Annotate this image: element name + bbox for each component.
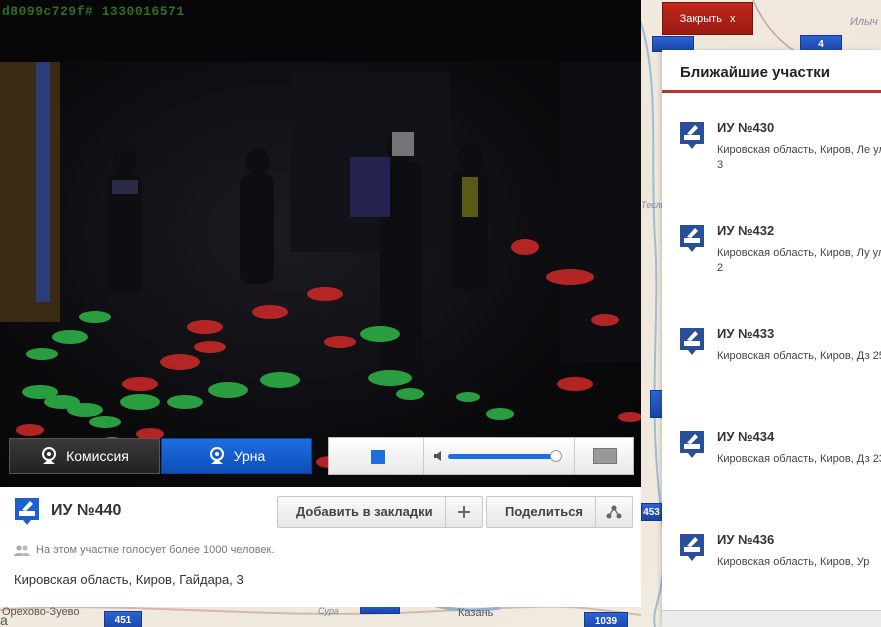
map-marker[interactable]: 453 bbox=[641, 503, 662, 521]
nearby-station-address: Кировская область, Киров, Лу улица, 2 bbox=[717, 247, 881, 274]
map-label-a: а bbox=[0, 612, 8, 627]
map-marker[interactable]: 1039 bbox=[584, 612, 628, 627]
map-label-orekhovo: Орехово-Зуево bbox=[2, 606, 80, 618]
nearby-station-title: ИУ №436 bbox=[717, 532, 775, 547]
close-label: Закрыть bbox=[679, 12, 722, 25]
nearby-station-address: Кировская область, Киров, Ур bbox=[717, 556, 870, 568]
bookmark-label: Добавить в закладки bbox=[278, 497, 446, 527]
nearby-station-address: Кировская область, Киров, Дз 25 bbox=[717, 350, 881, 362]
nearby-station-title: ИУ №432 bbox=[717, 223, 775, 238]
video-player[interactable]: d8099c729f# 1330016571 Комиссия Урна bbox=[0, 0, 641, 487]
volume-slider[interactable] bbox=[448, 454, 556, 459]
stop-button[interactable] bbox=[329, 438, 424, 474]
webcam-icon bbox=[42, 447, 57, 464]
map-label-kazan: Казань bbox=[458, 607, 494, 619]
tab-commission-label: Комиссия bbox=[66, 448, 129, 464]
video-frame[interactable] bbox=[0, 62, 641, 487]
close-icon: x bbox=[729, 12, 736, 25]
ballot-box-icon bbox=[680, 534, 704, 561]
nearby-stations-panel: Ближайшие участки ИУ №430 Кировская обла… bbox=[662, 50, 881, 627]
nearby-station-address: Кировская область, Киров, Дз 23 bbox=[717, 453, 881, 465]
map-label-sura: Сура bbox=[318, 606, 339, 616]
people-icon bbox=[14, 545, 30, 556]
voter-count: На этом участке голосует более 1000 чело… bbox=[14, 544, 274, 556]
ballot-box-icon bbox=[680, 328, 704, 355]
nearby-station-title: ИУ №434 bbox=[717, 429, 775, 444]
webcam-icon bbox=[209, 447, 224, 464]
volume-control[interactable] bbox=[425, 438, 575, 474]
station-address: Кировская область, Киров, Гайдара, 3 bbox=[14, 572, 244, 587]
station-info: ИУ №440 Добавить в закладки Поделиться Н… bbox=[0, 487, 641, 607]
speaker-icon bbox=[434, 451, 441, 461]
ballot-box-icon bbox=[15, 498, 39, 525]
tab-urn-label: Урна bbox=[233, 448, 266, 464]
nearby-station-item[interactable]: ИУ №436 Кировская область, Киров, Ур bbox=[662, 520, 881, 620]
share-label: Поделиться bbox=[487, 497, 597, 527]
map-marker[interactable]: 451 bbox=[104, 611, 142, 627]
nearby-station-item[interactable]: ИУ №432 Кировская область, Киров, Лу ули… bbox=[662, 211, 881, 311]
ballot-box-icon bbox=[680, 122, 704, 149]
panel-title: Ближайшие участки bbox=[680, 64, 830, 81]
stop-icon bbox=[371, 450, 385, 464]
ballot-box-icon bbox=[680, 225, 704, 252]
fullscreen-button[interactable] bbox=[576, 438, 633, 474]
player-controls bbox=[328, 437, 634, 475]
ballot-box-icon bbox=[680, 431, 704, 458]
nearby-station-address: Кировская область, Киров, Ле улица, 3 bbox=[717, 144, 881, 171]
close-button[interactable]: Закрыть x bbox=[662, 2, 753, 35]
nearby-station-item[interactable]: ИУ №434 Кировская область, Киров, Дз 23 bbox=[662, 417, 881, 517]
dance-floor-scene bbox=[0, 62, 641, 468]
tab-commission[interactable]: Комиссия bbox=[9, 438, 160, 474]
panel-divider bbox=[662, 90, 881, 93]
video-overlay-id: d8099c729f# 1330016571 bbox=[2, 4, 185, 19]
nearby-station-item[interactable]: ИУ №433 Кировская область, Киров, Дз 25 bbox=[662, 314, 881, 414]
volume-knob[interactable] bbox=[550, 450, 562, 462]
share-icon bbox=[596, 497, 632, 527]
panel-scroll-bottom bbox=[662, 610, 881, 627]
station-title: ИУ №440 bbox=[51, 502, 122, 519]
tab-urn[interactable]: Урна bbox=[161, 438, 312, 474]
plus-icon bbox=[446, 497, 482, 527]
fullscreen-icon bbox=[593, 448, 617, 464]
nearby-station-title: ИУ №433 bbox=[717, 326, 775, 341]
nearby-station-item[interactable]: ИУ №430 Кировская область, Киров, Ле ули… bbox=[662, 108, 881, 208]
map-label-ipym: Илыч bbox=[850, 16, 878, 28]
video-topbar: d8099c729f# 1330016571 bbox=[0, 0, 641, 62]
bookmark-button[interactable]: Добавить в закладки bbox=[277, 496, 483, 528]
nearby-station-title: ИУ №430 bbox=[717, 120, 775, 135]
voter-count-text: На этом участке голосует более 1000 чело… bbox=[36, 544, 275, 556]
share-button[interactable]: Поделиться bbox=[486, 496, 634, 528]
